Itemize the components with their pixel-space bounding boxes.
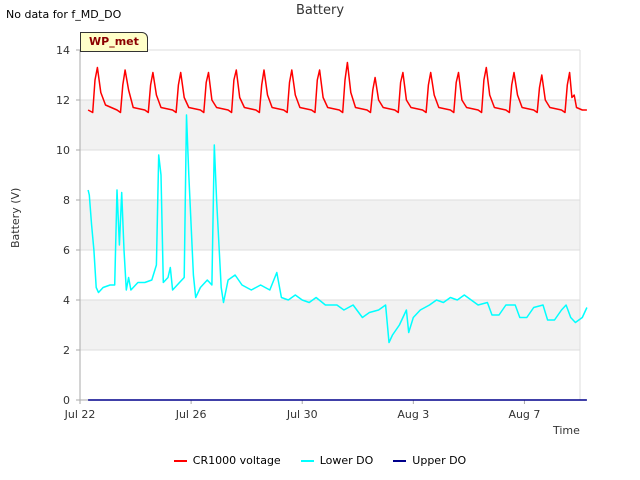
x-ticks: Jul 22 Jul 26 Jul 30 Aug 3 Aug 7 <box>64 400 540 421</box>
y-ticks: 0 2 4 6 8 10 12 14 <box>56 44 80 407</box>
legend-item-lower-do: Lower DO <box>300 454 374 467</box>
legend-swatch-lower-do <box>300 459 314 462</box>
legend-label-upper-do: Upper DO <box>412 454 467 467</box>
shaded-band <box>80 200 580 250</box>
site-tag: WP_met <box>80 32 148 52</box>
x-tick-label: Jul 22 <box>64 408 96 421</box>
battery-plot: 0 2 4 6 8 10 12 14 Jul 22 Jul 26 Jul 30 Aug 3 Aug 7 <box>56 44 588 421</box>
y-tick-label: 8 <box>63 194 70 207</box>
x-axis-label: Time <box>553 424 580 437</box>
legend-label-cr1000: CR1000 voltage <box>192 454 281 467</box>
y-tick-label: 10 <box>56 144 70 157</box>
x-tick-label: Aug 7 <box>508 408 540 421</box>
legend-item-cr1000: CR1000 voltage <box>173 454 281 467</box>
x-tick-label: Jul 26 <box>175 408 207 421</box>
shaded-bands <box>80 100 580 350</box>
y-tick-label: 12 <box>56 94 70 107</box>
y-tick-label: 0 <box>63 394 70 407</box>
y-tick-label: 6 <box>63 244 70 257</box>
legend-label-lower-do: Lower DO <box>319 454 374 467</box>
legend-swatch-upper-do <box>393 459 407 462</box>
legend: CR1000 voltage Lower DO Upper DO <box>0 454 640 467</box>
legend-item-upper-do: Upper DO <box>393 454 466 467</box>
y-axis-label: Battery (V) <box>9 187 22 248</box>
x-tick-label: Aug 3 <box>397 408 429 421</box>
y-tick-label: 14 <box>56 44 70 57</box>
legend-swatch-cr1000 <box>173 459 187 462</box>
x-tick-label: Jul 30 <box>286 408 318 421</box>
chart-canvas: No data for f_MD_DO Battery 0 2 4 6 8 10 12 14 … <box>0 0 640 480</box>
y-tick-label: 2 <box>63 344 70 357</box>
y-tick-label: 4 <box>63 294 70 307</box>
